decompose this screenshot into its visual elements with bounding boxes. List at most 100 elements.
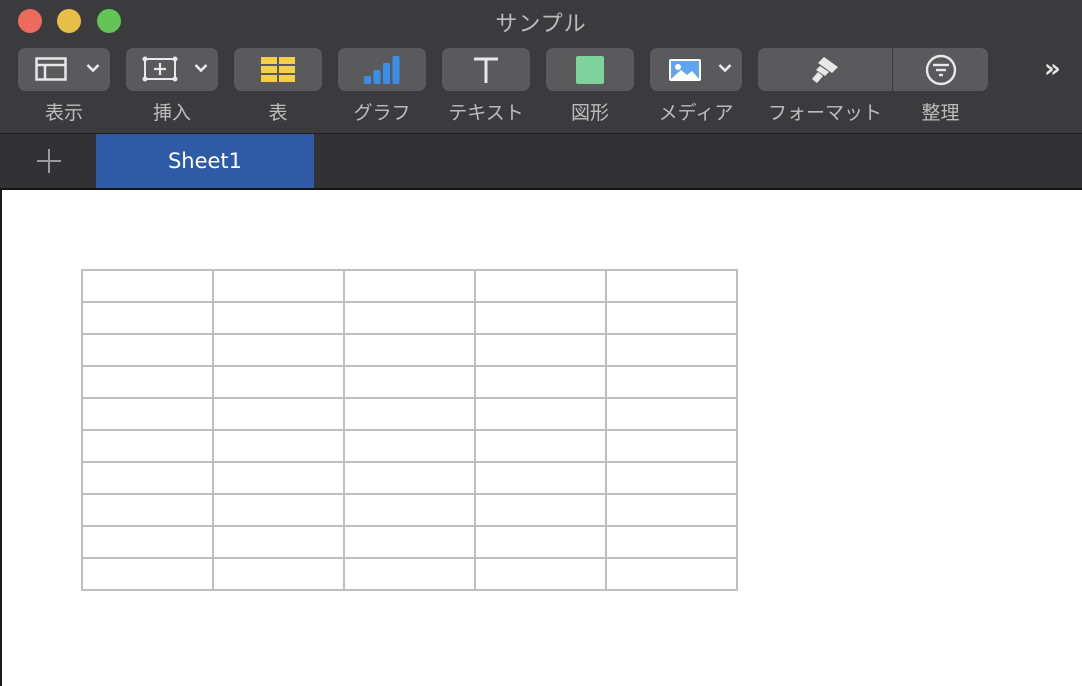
toolbar-label-shape: 図形 bbox=[570, 102, 609, 124]
table-row bbox=[81, 397, 738, 431]
table-cell[interactable] bbox=[605, 557, 738, 591]
table-row bbox=[81, 301, 738, 335]
table-cell[interactable] bbox=[474, 397, 607, 431]
chevron-down-icon bbox=[718, 64, 732, 73]
shape-button[interactable] bbox=[546, 48, 634, 91]
table-cell[interactable] bbox=[605, 525, 738, 559]
insert-button[interactable] bbox=[126, 48, 218, 91]
format-button[interactable] bbox=[758, 48, 892, 91]
table-cell[interactable] bbox=[474, 301, 607, 335]
table-cell[interactable] bbox=[212, 397, 345, 431]
table-cell[interactable] bbox=[474, 525, 607, 559]
table-cell[interactable] bbox=[605, 365, 738, 399]
toolbar-label-table: 表 bbox=[268, 102, 288, 124]
view-button[interactable] bbox=[18, 48, 110, 91]
table-row bbox=[81, 333, 738, 367]
shape-icon bbox=[576, 55, 604, 84]
table-row bbox=[81, 365, 738, 399]
table-cell[interactable] bbox=[605, 429, 738, 463]
table-icon bbox=[261, 56, 295, 82]
table-cell[interactable] bbox=[343, 333, 476, 367]
table-cell[interactable] bbox=[474, 333, 607, 367]
table-row bbox=[81, 429, 738, 463]
table-cell[interactable] bbox=[343, 301, 476, 335]
table-cell[interactable] bbox=[81, 493, 214, 527]
table-cell[interactable] bbox=[212, 557, 345, 591]
numbers-window: サンプル 表示 挿入 表 グラフ テキスト 図形 メディア フォーマット 整理 … bbox=[0, 0, 1082, 686]
table-cell[interactable] bbox=[212, 429, 345, 463]
tab-sheet1[interactable]: Sheet1 bbox=[96, 134, 314, 188]
table-cell[interactable] bbox=[474, 269, 607, 303]
toolbar-label-format: フォーマット bbox=[767, 102, 882, 124]
plus-icon[interactable] bbox=[36, 148, 62, 174]
table-cell[interactable] bbox=[605, 493, 738, 527]
chart-button[interactable] bbox=[338, 48, 426, 91]
text-icon bbox=[474, 57, 498, 83]
table-row bbox=[81, 493, 738, 527]
table-cell[interactable] bbox=[343, 525, 476, 559]
toolbar-overflow-button[interactable]: » bbox=[1044, 54, 1061, 84]
toolbar: サンプル 表示 挿入 表 グラフ テキスト 図形 メディア フォーマット 整理 … bbox=[0, 0, 1082, 134]
chevron-down-icon bbox=[194, 64, 208, 73]
table-cell[interactable] bbox=[474, 365, 607, 399]
window-title: サンプル bbox=[495, 12, 587, 37]
toolbar-label-view: 表示 bbox=[44, 102, 83, 124]
table-cell[interactable] bbox=[212, 333, 345, 367]
format-organize-group bbox=[758, 48, 988, 91]
text-button[interactable] bbox=[442, 48, 530, 91]
toolbar-label-organize: 整理 bbox=[921, 102, 960, 124]
table-cell[interactable] bbox=[81, 301, 214, 335]
format-brush-icon bbox=[812, 56, 838, 83]
table-cell[interactable] bbox=[605, 301, 738, 335]
table-cell[interactable] bbox=[343, 493, 476, 527]
organize-button[interactable] bbox=[893, 48, 988, 91]
table-cell[interactable] bbox=[212, 301, 345, 335]
sidebar-view-icon bbox=[35, 57, 67, 81]
table-cell[interactable] bbox=[81, 397, 214, 431]
table-cell[interactable] bbox=[605, 269, 738, 303]
table-cell[interactable] bbox=[605, 461, 738, 495]
table-cell[interactable] bbox=[474, 557, 607, 591]
chart-icon bbox=[364, 55, 400, 84]
table-cell[interactable] bbox=[605, 397, 738, 431]
table-cell[interactable] bbox=[343, 429, 476, 463]
table-row bbox=[81, 461, 738, 495]
media-button[interactable] bbox=[650, 48, 742, 91]
table-cell[interactable] bbox=[81, 557, 214, 591]
spreadsheet-table[interactable] bbox=[81, 269, 738, 591]
table-cell[interactable] bbox=[474, 461, 607, 495]
chevron-down-icon bbox=[86, 64, 100, 73]
table-cell[interactable] bbox=[212, 365, 345, 399]
table-cell[interactable] bbox=[81, 333, 214, 367]
toolbar-label-insert: 挿入 bbox=[152, 102, 191, 124]
table-cell[interactable] bbox=[81, 429, 214, 463]
table-row bbox=[81, 525, 738, 559]
tab-sheet1-label: Sheet1 bbox=[167, 149, 243, 173]
table-cell[interactable] bbox=[81, 461, 214, 495]
table-cell[interactable] bbox=[343, 269, 476, 303]
table-cell[interactable] bbox=[81, 525, 214, 559]
organize-filter-icon bbox=[925, 54, 956, 85]
media-icon bbox=[669, 59, 701, 81]
table-row bbox=[81, 269, 738, 303]
toolbar-label-chart: グラフ bbox=[353, 102, 411, 124]
table-cell[interactable] bbox=[212, 269, 345, 303]
table-cell[interactable] bbox=[212, 461, 345, 495]
table-cell[interactable] bbox=[474, 429, 607, 463]
table-cell[interactable] bbox=[343, 365, 476, 399]
table-cell[interactable] bbox=[81, 269, 214, 303]
sheet-tab-bar: Sheet1 bbox=[0, 134, 1082, 190]
toolbar-label-text: テキスト bbox=[448, 102, 524, 124]
table-button[interactable] bbox=[234, 48, 322, 91]
table-cell[interactable] bbox=[212, 493, 345, 527]
table-cell[interactable] bbox=[343, 557, 476, 591]
toolbar-label-media: メディア bbox=[658, 102, 734, 124]
table-cell[interactable] bbox=[474, 493, 607, 527]
table-cell[interactable] bbox=[81, 365, 214, 399]
table-cell[interactable] bbox=[343, 461, 476, 495]
table-cell[interactable] bbox=[343, 397, 476, 431]
table-cell[interactable] bbox=[212, 525, 345, 559]
insert-icon bbox=[142, 56, 178, 82]
table-row bbox=[81, 557, 738, 591]
table-cell[interactable] bbox=[605, 333, 738, 367]
